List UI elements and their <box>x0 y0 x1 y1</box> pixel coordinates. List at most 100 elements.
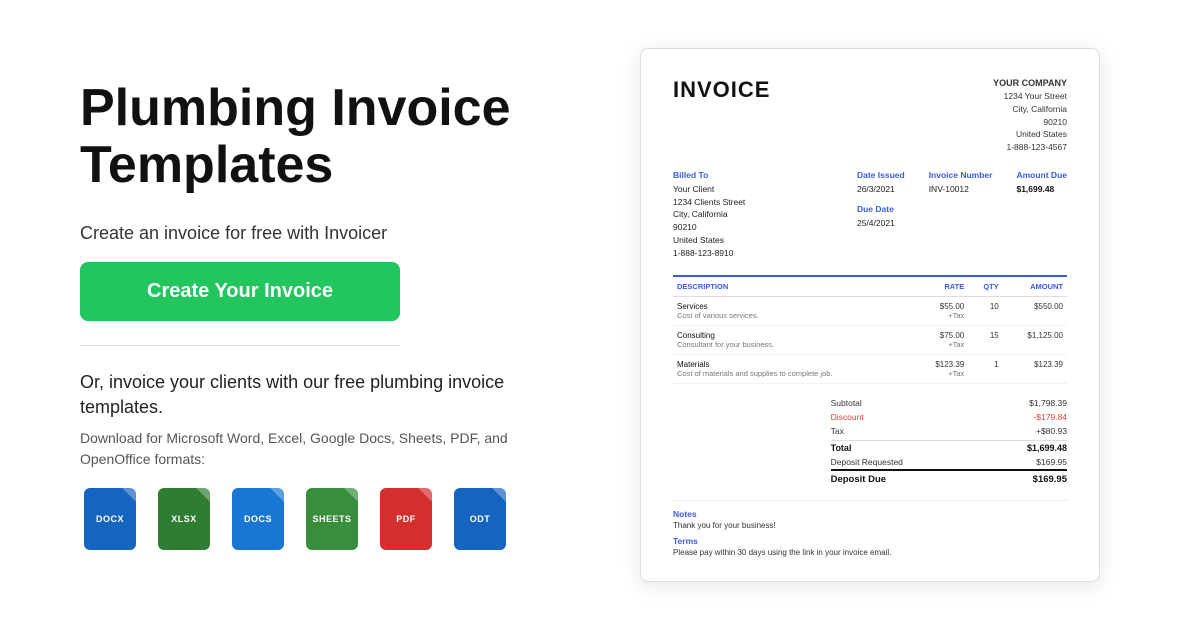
discount-value: -$179.84 <box>1033 412 1067 422</box>
item-2-name: Consulting <box>677 331 910 340</box>
deposit-req-label: Deposit Requested <box>831 457 903 467</box>
company-phone: 1-888-123-4567 <box>993 141 1067 154</box>
table-row: Services Cost of various services. $55.0… <box>673 297 1067 326</box>
file-icon-xlsx[interactable]: XLSX <box>154 488 214 550</box>
tax-row: Tax +$80.93 <box>831 424 1067 438</box>
xlsx-label: XLSX <box>171 514 197 524</box>
company-info: YOUR COMPANY 1234 Your Street City, Cali… <box>993 77 1067 154</box>
billed-to-addr3: 90210 <box>673 221 837 234</box>
company-address3: 90210 <box>993 116 1067 129</box>
invoice-title: INVOICE <box>673 77 770 103</box>
notes-label: Notes <box>673 509 1067 519</box>
create-invoice-button[interactable]: Create Your Invoice <box>80 262 400 321</box>
item-1-name: Services <box>677 302 910 311</box>
invoice-number-value: INV-10012 <box>929 183 993 196</box>
terms-label: Terms <box>673 536 1067 546</box>
totals-section: Subtotal $1,798.39 Discount -$179.84 Tax… <box>831 396 1067 488</box>
col-amount: AMOUNT <box>1003 276 1067 297</box>
item-3-desc: Cost of materials and supplies to comple… <box>677 369 910 378</box>
deposit-due-value: $169.95 <box>1033 474 1067 485</box>
page-title: Plumbing Invoice Templates <box>80 80 560 194</box>
gsheets-label: SHEETS <box>312 514 351 524</box>
item-1-rate: $55.00 <box>918 302 964 311</box>
total-label: Total <box>831 443 852 453</box>
company-address1: 1234 Your Street <box>993 90 1067 103</box>
notes-text: Thank you for your business! <box>673 521 1067 530</box>
amount-due-block: Amount Due $1,699.48 <box>1016 170 1067 196</box>
invoice-meta: Billed To Your Client 1234 Clients Stree… <box>673 170 1067 260</box>
due-date-label: Due Date <box>857 204 1067 214</box>
company-name: YOUR COMPANY <box>993 77 1067 91</box>
invoice-table: DESCRIPTION RATE QTY AMOUNT Services Cos… <box>673 275 1067 384</box>
item-3-name: Materials <box>677 360 910 369</box>
billed-to-addr4: United States <box>673 234 837 247</box>
alt-text: Or, invoice your clients with our free p… <box>80 370 560 420</box>
item-2-rate: $75.00 <box>918 331 964 340</box>
invoice-number-label: Invoice Number <box>929 170 993 180</box>
billed-to-addr2: City, California <box>673 208 837 221</box>
tax-label: Tax <box>831 426 844 436</box>
file-icon-pdf[interactable]: PDF <box>376 488 436 550</box>
invoice-notes-section: Notes Thank you for your business! Terms… <box>673 500 1067 557</box>
item-2-amount: $1,125.00 <box>1003 326 1067 355</box>
table-row: Consulting Consultant for your business.… <box>673 326 1067 355</box>
left-panel: Plumbing Invoice Templates Create an inv… <box>80 80 560 550</box>
billed-to-section: Billed To Your Client 1234 Clients Stree… <box>673 170 837 260</box>
due-date-value: 25/4/2021 <box>857 217 1067 230</box>
total-row: Total $1,699.48 <box>831 440 1067 455</box>
billed-to-label: Billed To <box>673 170 837 180</box>
date-issued-group: Date Issued 26/3/2021 Invoice Number INV… <box>857 170 1067 196</box>
file-icons-row: DOCX XLSX DOCS SHEETS <box>80 488 560 550</box>
odt-label: ODT <box>470 514 491 524</box>
col-description: DESCRIPTION <box>673 276 914 297</box>
file-icon-gdocs[interactable]: DOCS <box>228 488 288 550</box>
invoice-dates-section: Date Issued 26/3/2021 Invoice Number INV… <box>857 170 1067 260</box>
item-2-desc: Consultant for your business. <box>677 340 910 349</box>
file-icon-odt[interactable]: ODT <box>450 488 510 550</box>
discount-row: Discount -$179.84 <box>831 410 1067 424</box>
item-3-qty: 1 <box>968 355 1003 384</box>
billed-to-addr1: 1234 Clients Street <box>673 196 837 209</box>
item-3-tax: +Tax <box>918 369 964 378</box>
tax-value: +$80.93 <box>1036 426 1067 436</box>
subtotal-label: Subtotal <box>831 398 862 408</box>
col-rate: RATE <box>914 276 968 297</box>
amount-due-value: $1,699.48 <box>1016 183 1067 196</box>
amount-due-label: Amount Due <box>1016 170 1067 180</box>
discount-label: Discount <box>831 412 864 422</box>
total-value: $1,699.48 <box>1027 443 1067 453</box>
invoice-card: INVOICE YOUR COMPANY 1234 Your Street Ci… <box>640 48 1100 583</box>
deposit-due-row: Deposit Due $169.95 <box>831 471 1067 488</box>
item-1-desc: Cost of various services. <box>677 311 910 320</box>
terms-text: Please pay within 30 days using the link… <box>673 548 1067 557</box>
billed-to-name: Your Client <box>673 183 837 196</box>
item-2-tax: +Tax <box>918 340 964 349</box>
docx-label: DOCX <box>96 514 124 524</box>
invoice-header: INVOICE YOUR COMPANY 1234 Your Street Ci… <box>673 77 1067 154</box>
deposit-due-label: Deposit Due <box>831 474 886 485</box>
billed-to-phone: 1-888-123-8910 <box>673 247 837 260</box>
page-wrapper: Plumbing Invoice Templates Create an inv… <box>0 0 1200 630</box>
item-1-tax: +Tax <box>918 311 964 320</box>
deposit-requested-row: Deposit Requested $169.95 <box>831 455 1067 471</box>
file-icon-gsheets[interactable]: SHEETS <box>302 488 362 550</box>
subtitle-text: Create an invoice for free with Invoicer <box>80 223 560 244</box>
format-text: Download for Microsoft Word, Excel, Goog… <box>80 428 560 470</box>
file-icon-docx[interactable]: DOCX <box>80 488 140 550</box>
item-1-qty: 10 <box>968 297 1003 326</box>
date-issued-label: Date Issued <box>857 170 905 180</box>
item-3-amount: $123.39 <box>1003 355 1067 384</box>
item-2-qty: 15 <box>968 326 1003 355</box>
subtotal-value: $1,798.39 <box>1029 398 1067 408</box>
deposit-req-value: $169.95 <box>1036 457 1067 467</box>
col-qty: QTY <box>968 276 1003 297</box>
pdf-label: PDF <box>396 514 416 524</box>
subtotal-row: Subtotal $1,798.39 <box>831 396 1067 410</box>
right-panel: INVOICE YOUR COMPANY 1234 Your Street Ci… <box>620 48 1120 583</box>
company-address4: United States <box>993 128 1067 141</box>
item-1-amount: $550.00 <box>1003 297 1067 326</box>
item-3-rate: $123.39 <box>918 360 964 369</box>
date-issued-value: 26/3/2021 <box>857 183 905 196</box>
divider <box>80 345 400 346</box>
gdocs-label: DOCS <box>244 514 272 524</box>
